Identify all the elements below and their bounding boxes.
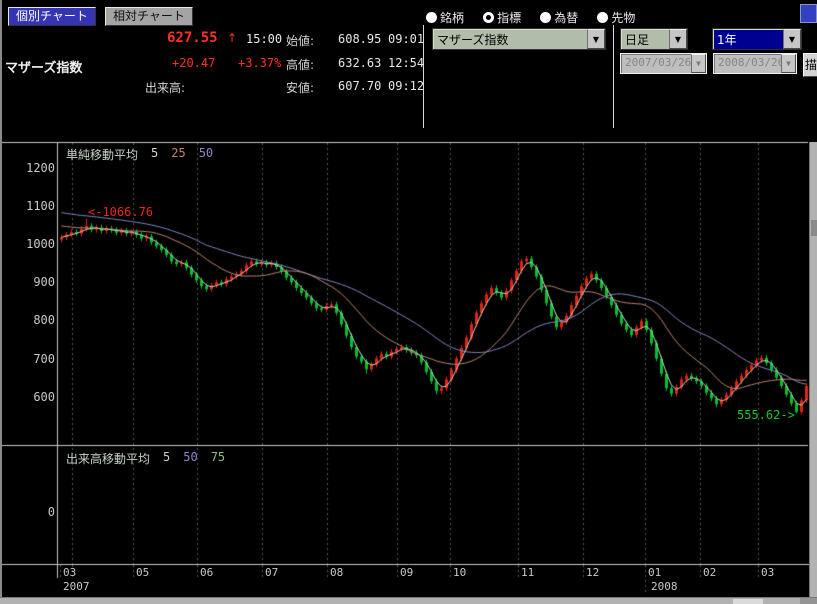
range-select[interactable]: 1年 ▼ (712, 28, 802, 50)
month-tick-label: 03 (761, 566, 774, 579)
instrument-select-value: マザーズ指数 (433, 29, 587, 49)
price-tick-label: 800 (5, 313, 55, 327)
change-percent: +3.37% (238, 56, 281, 70)
price-extreme-annotation: 555.62-> (737, 408, 795, 422)
chart-application-window: 個別チャート 相対チャート マザーズ指数 627.55 ↑ 15:00 始値: … (0, 0, 817, 604)
date-from-select[interactable]: 2007/03/26 ▼ (620, 53, 707, 74)
tab-relative-chart[interactable]: 相対チャート (105, 7, 193, 26)
vol-ma-period-75: 75 (211, 450, 225, 467)
volume-ma-legend: 出来高移動平均 5 50 75 (66, 450, 225, 467)
month-tick-label: 11 (521, 566, 534, 579)
instrument-select[interactable]: マザーズ指数 ▼ (432, 28, 606, 50)
high-label: 高値: (286, 56, 314, 73)
year-label: 2008 (651, 580, 678, 593)
price-ma-legend: 単純移動平均 5 25 50 (66, 146, 213, 163)
date-from-value: 2007/03/26 (621, 54, 691, 73)
radio-icon (426, 12, 437, 23)
date-to-select[interactable]: 2008/03/26 ▼ (713, 53, 797, 74)
open-value: 608.95 (338, 32, 381, 46)
low-value: 607.70 (338, 79, 381, 93)
radio-futures[interactable]: 先物 (597, 9, 635, 26)
month-tick-label: 06 (200, 566, 213, 579)
corner-widget-icon[interactable] (800, 4, 817, 23)
ma-period-5: 5 (151, 146, 158, 163)
window-left-edge (0, 0, 2, 604)
month-tick-label: 02 (703, 566, 716, 579)
price-direction-arrow-icon: ↑ (227, 31, 237, 45)
chart-tabs: 個別チャート 相対チャート (8, 5, 193, 26)
interval-select-value: 日足 (621, 29, 669, 49)
range-select-value: 1年 (713, 29, 783, 49)
category-radio-group: 銘柄 指標 為替 先物 (426, 8, 649, 27)
month-tick-label: 05 (136, 566, 149, 579)
low-label: 安値: (286, 79, 314, 96)
change-value: +20.47 (172, 56, 215, 70)
interval-select[interactable]: 日足 ▼ (620, 28, 688, 50)
chevron-down-icon[interactable]: ▼ (783, 29, 801, 49)
radio-forex[interactable]: 為替 (540, 9, 578, 26)
price-tick-label: 600 (5, 390, 55, 404)
radio-label: 指標 (497, 9, 521, 26)
vertical-scrollbar-thumb[interactable] (811, 220, 817, 236)
price-tick-label: 1200 (5, 161, 55, 175)
radio-label: 為替 (554, 9, 578, 26)
volume-label: 出来高: (145, 79, 185, 96)
last-trade-time: 15:00 (246, 32, 282, 46)
chevron-down-icon: ▼ (781, 54, 796, 73)
last-price: 627.55 (167, 30, 218, 46)
vol-ma-period-50: 50 (183, 450, 197, 467)
high-time: 12:54 (388, 56, 424, 70)
price-tick-label: 700 (5, 352, 55, 366)
draw-button[interactable]: 描 (803, 53, 817, 77)
instrument-name: マザーズ指数 (5, 57, 82, 76)
radio-label: 先物 (611, 9, 635, 26)
vertical-scrollbar[interactable] (809, 142, 817, 597)
price-tick-label: 1000 (5, 237, 55, 251)
price-tick-label: 900 (5, 275, 55, 289)
open-time: 09:01 (388, 32, 424, 46)
horizontal-scrollbar[interactable] (0, 597, 817, 604)
volume-ma-legend-title: 出来高移動平均 (66, 450, 150, 467)
price-ma-legend-title: 単純移動平均 (66, 146, 138, 163)
month-tick-label: 12 (586, 566, 599, 579)
date-to-value: 2008/03/26 (714, 54, 781, 73)
low-time: 09:12 (388, 79, 424, 93)
chevron-down-icon[interactable]: ▼ (587, 29, 605, 49)
month-tick-label: 01 (648, 566, 661, 579)
price-tick-label: 1100 (5, 199, 55, 213)
price-extreme-annotation: <-1066.76 (88, 205, 153, 219)
volume-tick-label: 0 (5, 505, 55, 519)
ma-period-50: 50 (199, 146, 213, 163)
radio-index[interactable]: 指標 (483, 9, 521, 26)
month-tick-label: 03 (63, 566, 76, 579)
year-label: 2007 (63, 580, 90, 593)
ma-period-25: 25 (171, 146, 185, 163)
radio-stock[interactable]: 銘柄 (426, 9, 464, 26)
open-label: 始値: (286, 32, 314, 49)
tab-individual-chart[interactable]: 個別チャート (8, 7, 96, 26)
radio-icon (540, 12, 551, 23)
header-divider (423, 25, 424, 128)
header-divider (613, 25, 614, 128)
radio-selected-icon (483, 12, 494, 23)
vol-ma-period-5: 5 (163, 450, 170, 467)
month-tick-label: 07 (265, 566, 278, 579)
chevron-down-icon[interactable]: ▼ (669, 29, 687, 49)
high-value: 632.63 (338, 56, 381, 70)
radio-icon (597, 12, 608, 23)
horizontal-scrollbar-thumb[interactable] (733, 599, 763, 604)
chevron-down-icon: ▼ (691, 54, 706, 73)
month-tick-label: 10 (453, 566, 466, 579)
scrollbar-corner (800, 598, 817, 604)
month-tick-label: 09 (400, 566, 413, 579)
month-tick-label: 08 (330, 566, 343, 579)
radio-label: 銘柄 (440, 9, 464, 26)
